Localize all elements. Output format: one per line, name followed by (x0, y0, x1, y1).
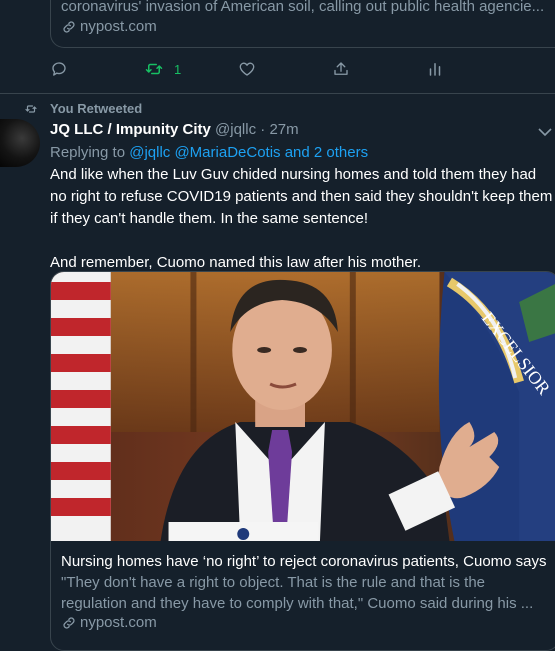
previous-card-domain-text: nypost.com (80, 18, 157, 35)
replying-to-mentions[interactable]: @jqllc @MariaDeCotis and 2 others (129, 144, 368, 161)
card-image: EXCELSIOR (51, 272, 555, 541)
retweet-count: 1 (174, 61, 182, 77)
tweet-divider (0, 93, 555, 94)
tweet-header: JQ LLC / Impunity City @jqllc · 27m (50, 121, 299, 138)
display-name[interactable]: JQ LLC / Impunity City (50, 121, 211, 138)
previous-card-domain: nypost.com (61, 18, 157, 35)
reply-button[interactable] (50, 60, 144, 78)
tweet-text: And like when the Luv Guv chided nursing… (50, 164, 555, 274)
chevron-down-icon (538, 128, 552, 137)
retweet-icon (25, 104, 37, 113)
timestamp[interactable]: 27m (269, 121, 298, 138)
card-domain: nypost.com (61, 614, 157, 631)
link-card[interactable]: EXCELSIOR Nursing homes have ‘no right’ … (50, 271, 555, 651)
link-icon (63, 20, 75, 33)
previous-tweet-actions: 1 (50, 59, 520, 79)
card-summary: "They don't have a right to object. That… (61, 574, 534, 612)
share-button[interactable] (332, 60, 426, 78)
like-button[interactable] (238, 60, 332, 78)
avatar[interactable] (0, 119, 40, 167)
replying-to-label: Replying to (50, 144, 126, 161)
previous-card-description: coronavirus' invasion of American soil, … (61, 0, 545, 15)
card-domain-text: nypost.com (80, 614, 157, 631)
retweet-context-label: You Retweeted (50, 101, 143, 116)
link-icon (63, 616, 75, 629)
card-title: Nursing homes have ‘no right’ to reject … (61, 553, 547, 570)
heart-icon (239, 62, 255, 76)
analytics-icon (429, 63, 441, 76)
reply-icon (52, 62, 66, 76)
tweet-text-paragraph: And like when the Luv Guv chided nursing… (50, 166, 553, 227)
analytics-button[interactable] (426, 60, 520, 78)
handle[interactable]: @jqllc (215, 121, 256, 138)
separator: · (260, 121, 266, 138)
retweet-context: You Retweeted (24, 101, 142, 116)
share-icon (334, 62, 348, 75)
previous-link-card[interactable]: coronavirus' invasion of American soil, … (50, 0, 555, 48)
retweet-icon (145, 63, 163, 75)
retweet-button[interactable]: 1 (144, 60, 238, 78)
replying-to: Replying to @jqllc @MariaDeCotis and 2 o… (50, 144, 368, 161)
more-options-button[interactable] (538, 124, 552, 142)
